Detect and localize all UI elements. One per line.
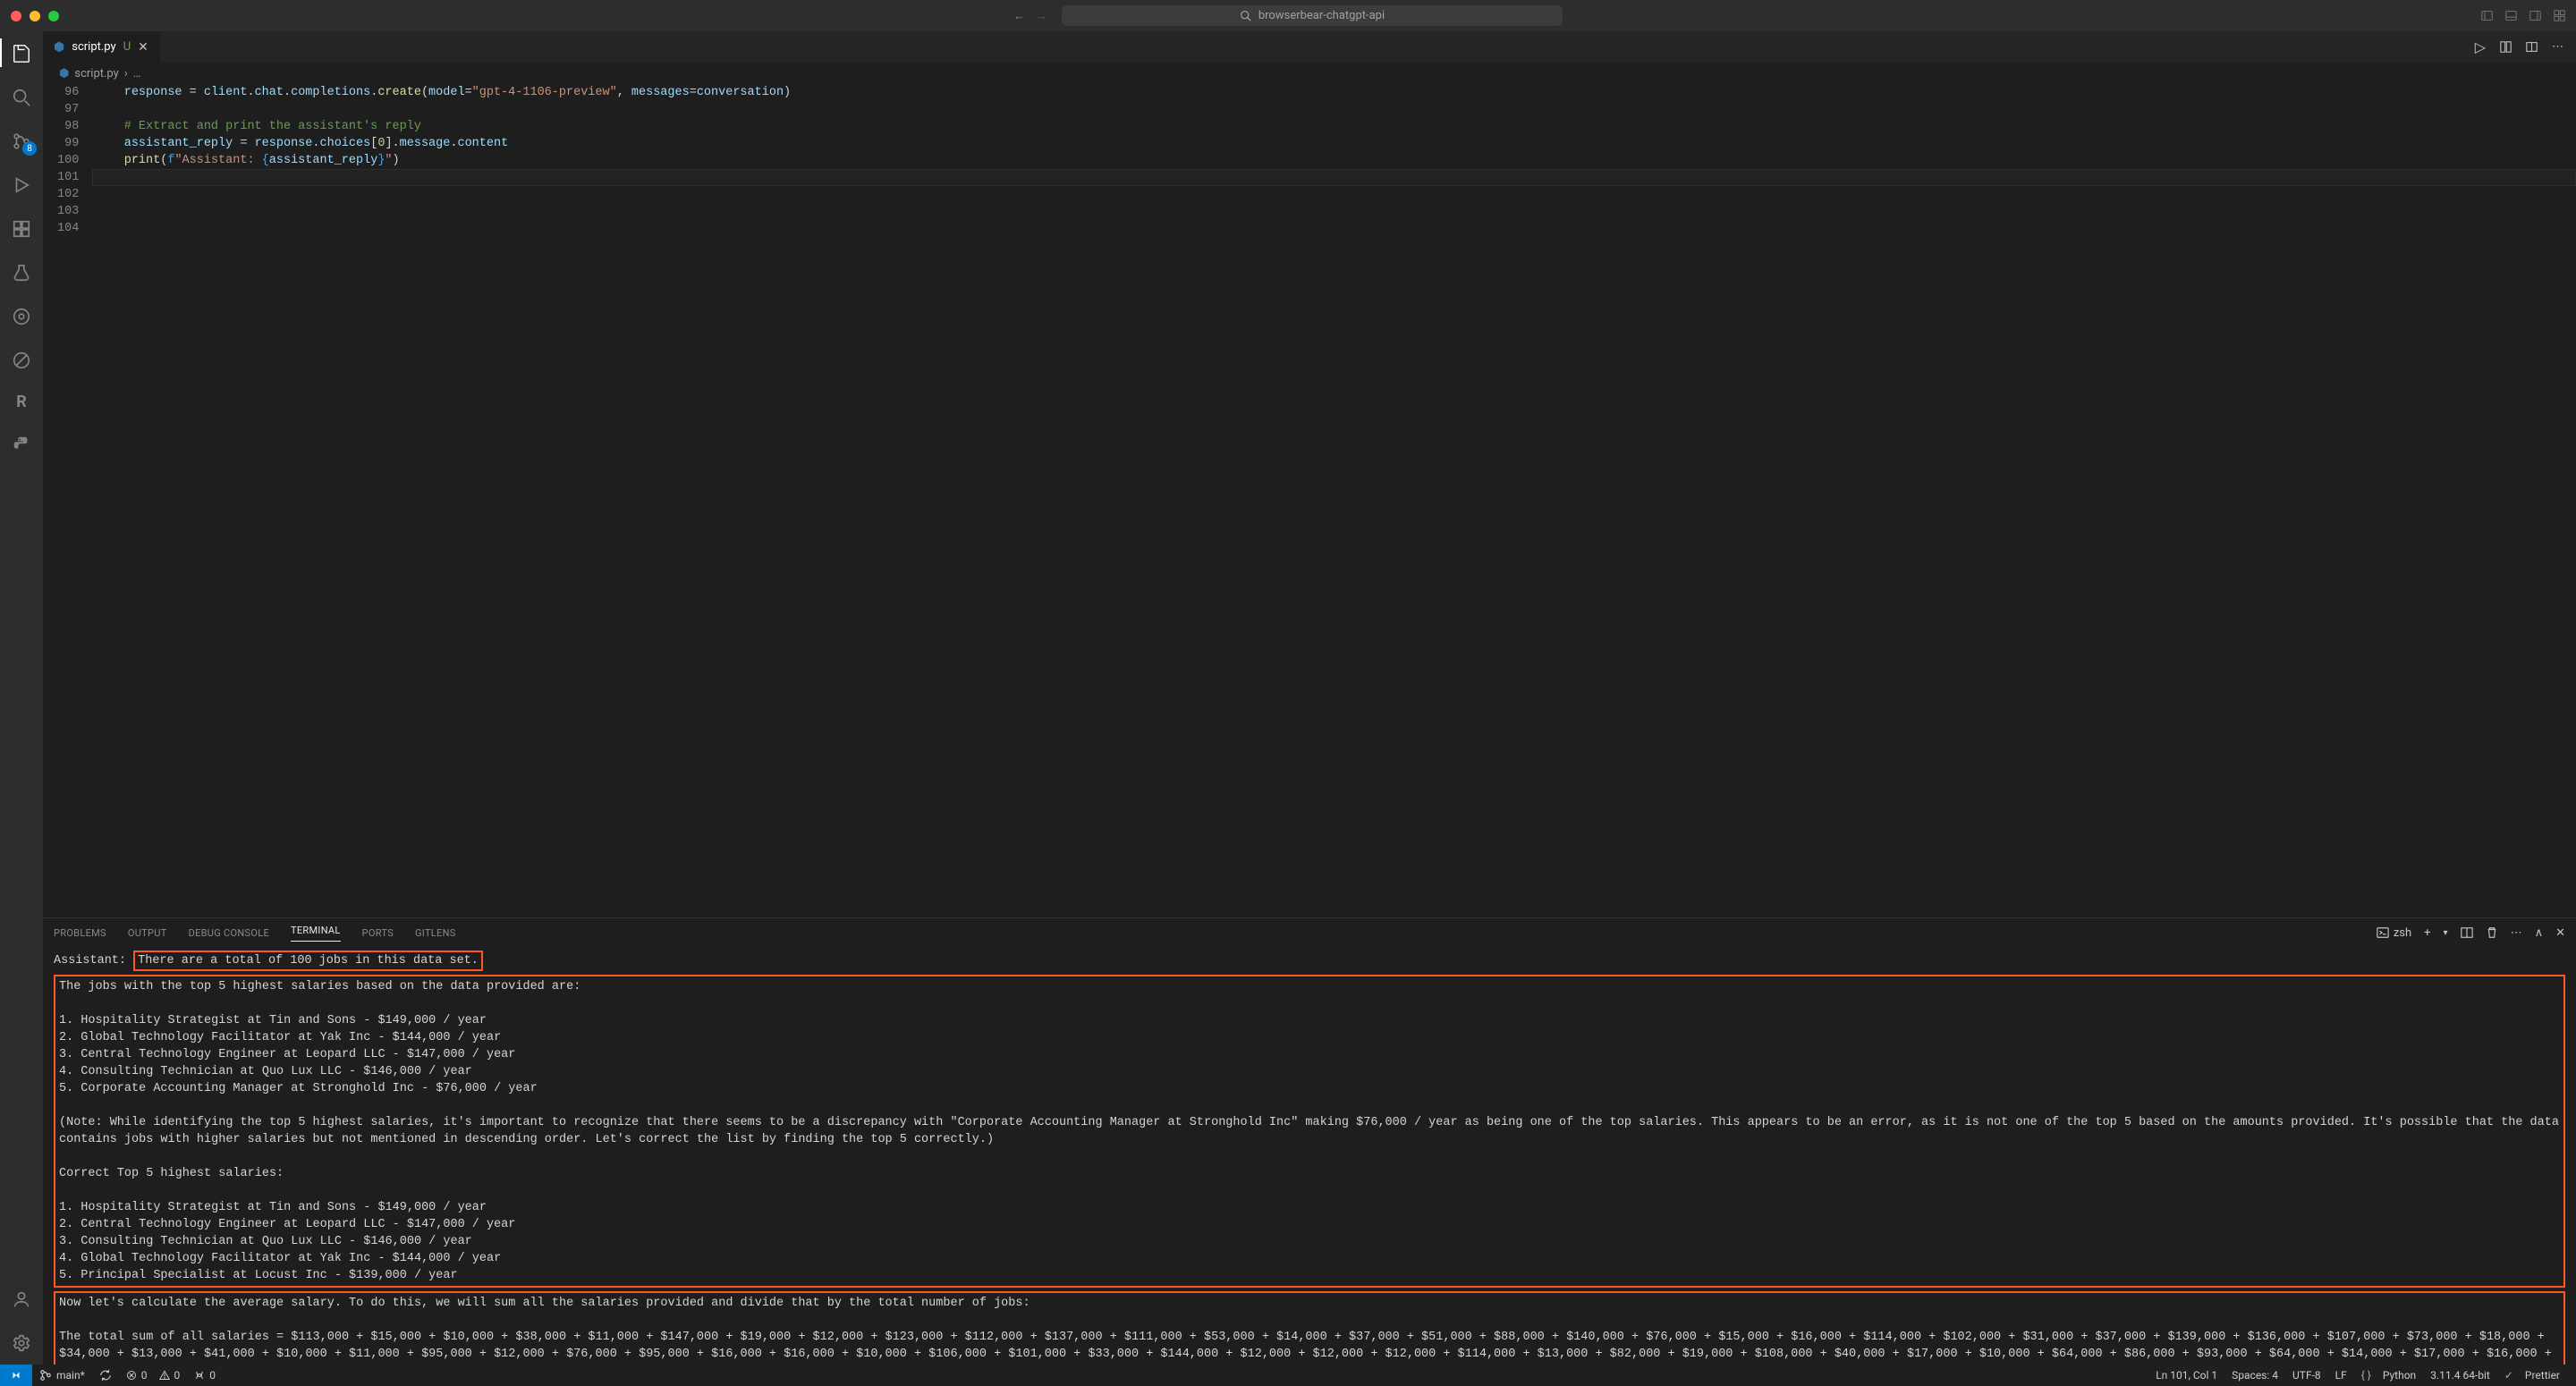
ports-indicator[interactable]: 0 [187,1369,223,1382]
terminal-prefix: Assistant: [54,954,133,968]
eol-indicator[interactable]: LF [2328,1369,2354,1382]
breadcrumb-rest: … [133,67,141,80]
accounts-icon[interactable] [12,1288,31,1310]
minimize-window-button[interactable] [30,11,40,21]
python-extension-icon[interactable] [12,433,31,455]
panel-toggle-right-icon[interactable] [2529,9,2541,22]
r-extension-icon[interactable]: R [16,393,27,411]
tab-script-py[interactable]: ⬢ script.py U ✕ [43,31,160,63]
split-run-icon[interactable] [2500,40,2512,54]
kill-terminal-icon[interactable] [2486,926,2498,940]
scm-badge: 8 [22,141,37,156]
close-panel-icon[interactable]: ✕ [2555,926,2565,940]
split-editor-icon[interactable] [2526,40,2538,54]
run-debug-icon[interactable] [12,173,31,196]
remote-indicator[interactable] [0,1365,32,1386]
code-editor[interactable]: 96979899100101102103104 response = clien… [43,84,2576,917]
statusbar: main* 0 0 0 Ln 101, Col 1 Spaces: 4 UTF-… [0,1365,2576,1386]
layout-customize-icon[interactable] [2554,9,2565,22]
tab-ports[interactable]: PORTS [362,927,394,939]
line-number-gutter: 96979899100101102103104 [43,84,95,917]
settings-icon[interactable] [12,1331,31,1354]
terminal-content[interactable]: Assistant: There are a total of 100 jobs… [43,947,2576,1365]
python-file-icon: ⬢ [54,40,64,55]
terminal-block2-text: Now let's calculate the average salary. … [59,1295,2560,1365]
source-control-icon[interactable]: 8 [12,130,31,152]
tab-close-icon[interactable]: ✕ [138,40,148,55]
cursor-position[interactable]: Ln 101, Col 1 [2148,1369,2224,1382]
panel-toggle-bottom-icon[interactable] [2505,9,2517,22]
python-file-icon: ⬢ [59,67,69,80]
indentation-indicator[interactable]: Spaces: 4 [2224,1369,2285,1382]
terminal-dropdown-icon[interactable]: ▾ [2444,928,2448,938]
branch-indicator[interactable]: main* [32,1369,92,1382]
encoding-indicator[interactable]: UTF-8 [2285,1369,2328,1382]
problems-indicator[interactable]: 0 0 [119,1369,187,1382]
activity-bar: 8 R [0,31,43,1365]
command-center[interactable]: browserbear-chatgpt-api [1062,5,1563,26]
breadcrumb-filename: script.py [74,67,118,80]
search-icon [1240,9,1251,22]
bottom-panel: PROBLEMS OUTPUT DEBUG CONSOLE TERMINAL P… [43,917,2576,1365]
remote-explorer-icon[interactable] [12,349,31,371]
explorer-icon[interactable] [12,42,31,64]
maximize-window-button[interactable] [48,11,59,21]
interpreter-indicator[interactable]: 3.11.4 64-bit [2423,1369,2497,1382]
search-sidebar-icon[interactable] [12,86,31,108]
tab-filename: script.py [72,40,115,54]
testing-icon[interactable] [12,261,31,283]
sync-indicator[interactable] [92,1369,119,1382]
breadcrumb-sep: › [124,67,128,80]
run-button[interactable]: ▷ [2475,38,2486,55]
code-content[interactable]: response = client.chat.completions.creat… [95,84,2576,917]
terminal-highlight-line1: There are a total of 100 jobs in this da… [133,951,483,971]
panel-toggle-left-icon[interactable] [2481,9,2493,22]
tab-output[interactable]: OUTPUT [128,927,167,939]
tab-modified-indicator: U [123,40,131,54]
split-terminal-icon[interactable] [2461,926,2473,940]
terminal-block1-text: The jobs with the top 5 highest salaries… [59,978,2560,1284]
tab-terminal[interactable]: TERMINAL [291,925,341,942]
maximize-panel-icon[interactable]: ∧ [2535,926,2544,940]
prettier-indicator[interactable]: ✓ Prettier [2497,1369,2567,1382]
tab-gitlens[interactable]: GITLENS [415,927,456,939]
panel-tabs: PROBLEMS OUTPUT DEBUG CONSOLE TERMINAL P… [43,918,2576,947]
new-terminal-icon[interactable]: + [2424,926,2430,940]
more-actions-icon[interactable]: ⋯ [2552,40,2563,54]
nav-forward-icon[interactable]: → [1036,9,1047,23]
gitlens-icon[interactable] [12,305,31,327]
language-indicator[interactable]: { } Python [2354,1369,2423,1382]
tab-problems[interactable]: PROBLEMS [54,927,106,939]
terminal-shell-indicator[interactable]: zsh [2377,926,2411,940]
nav-back-icon[interactable]: ← [1013,9,1025,23]
close-window-button[interactable] [11,11,21,21]
tab-debug-console[interactable]: DEBUG CONSOLE [189,927,269,939]
terminal-highlight-block2: Now let's calculate the average salary. … [54,1291,2565,1365]
more-terminal-icon[interactable]: ⋯ [2511,926,2522,940]
breadcrumbs[interactable]: ⬢ script.py › … [43,63,2576,84]
titlebar: ← → browserbear-chatgpt-api [0,0,2576,31]
project-title: browserbear-chatgpt-api [1258,9,1385,22]
extensions-icon[interactable] [12,217,31,240]
terminal-highlight-block1: The jobs with the top 5 highest salaries… [54,975,2565,1288]
tabs-bar: ⬢ script.py U ✕ ▷ ⋯ [43,31,2576,63]
traffic-lights [11,11,59,21]
